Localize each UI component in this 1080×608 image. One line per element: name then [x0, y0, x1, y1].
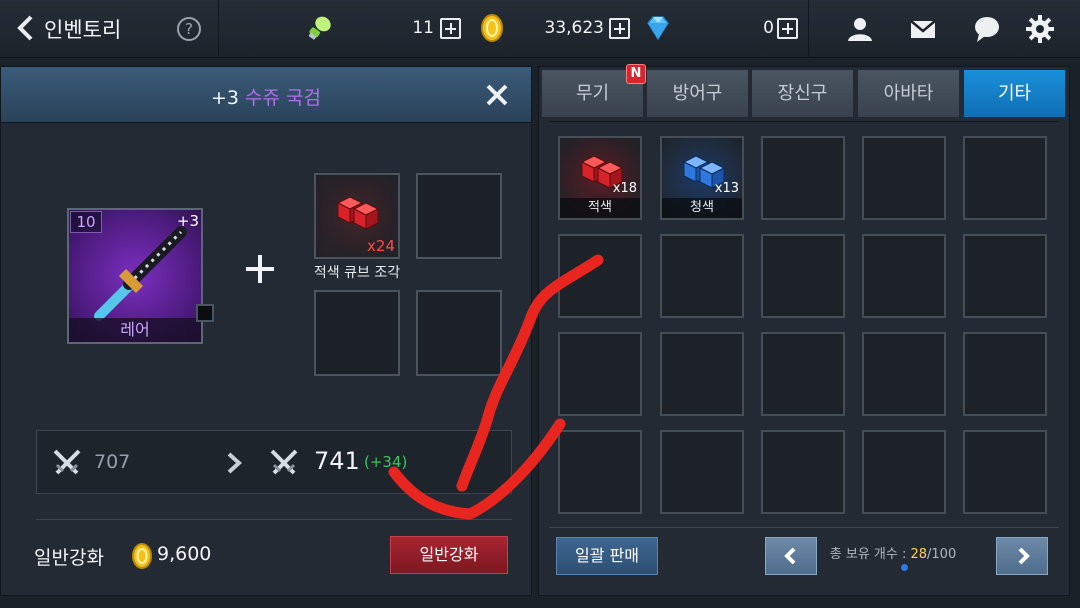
item-name: 적색	[560, 198, 640, 218]
prev-page-button[interactable]	[765, 537, 817, 575]
add-gold-button[interactable]	[609, 18, 630, 39]
inventory-slot[interactable]	[963, 430, 1047, 514]
inventory-slot[interactable]	[761, 332, 845, 416]
material-slot-empty[interactable]	[416, 173, 502, 259]
capacity-label: 총 보유 개수 :	[829, 547, 907, 562]
energy-icon	[308, 16, 331, 40]
weapon-plus-level: +3	[176, 212, 199, 230]
capacity-current: 28	[910, 547, 928, 562]
inventory-slot[interactable]	[963, 234, 1047, 318]
next-page-button[interactable]	[996, 537, 1048, 575]
inventory-slot[interactable]	[558, 332, 642, 416]
tab-accessory[interactable]: 장신구	[752, 70, 853, 117]
inventory-slot[interactable]	[660, 234, 744, 318]
red-cube-icon	[336, 196, 380, 230]
divider	[549, 527, 1059, 528]
weapon-slot[interactable]: 10 +3 레어	[67, 208, 203, 344]
tab-etc[interactable]: 기타	[964, 70, 1065, 117]
chat-icon[interactable]	[972, 14, 1002, 44]
enhance-type-label: 일반강화	[34, 547, 104, 569]
capacity-max: /100	[927, 547, 957, 562]
settings-icon[interactable]	[1025, 14, 1055, 44]
new-attack: 741	[314, 447, 360, 475]
page-indicator-dot	[901, 564, 908, 571]
enhance-button[interactable]: 일반강화	[390, 536, 508, 574]
inventory-slot[interactable]	[862, 136, 946, 220]
inventory-slot[interactable]	[761, 430, 845, 514]
tab-armor[interactable]: 방어구	[647, 70, 748, 117]
plus-icon	[246, 255, 274, 283]
inventory-slot[interactable]	[558, 430, 642, 514]
tab-label: 장신구	[777, 83, 828, 104]
tab-label: 아바타	[883, 83, 934, 104]
material-name: 적색 큐브 조각	[313, 265, 401, 281]
tab-label: 방어구	[672, 83, 723, 104]
profile-icon[interactable]	[845, 14, 875, 44]
tab-label: 기타	[997, 83, 1032, 104]
rarity-label: 레어	[69, 318, 201, 342]
inventory-slot[interactable]	[558, 234, 642, 318]
inventory-slot[interactable]	[660, 430, 744, 514]
attack-swords-icon	[270, 449, 298, 475]
item-count: x18	[612, 181, 637, 196]
diamond-icon	[647, 16, 669, 41]
chevron-right-icon	[227, 452, 242, 474]
inventory-slot[interactable]	[963, 332, 1047, 416]
attack-diff: (+34)	[364, 453, 408, 471]
inventory-slot-blue-cube[interactable]: x13 청색	[660, 136, 744, 220]
gold-coin-icon	[132, 543, 152, 569]
inventory-slot[interactable]	[862, 430, 946, 514]
diamond-count: 0	[763, 18, 774, 38]
material-slot[interactable]: x24	[314, 173, 400, 259]
material-slot-empty[interactable]	[314, 290, 400, 376]
tab-avatar[interactable]: 아바타	[858, 70, 959, 117]
enhance-panel-header: +3 수쥬 국검	[1, 67, 531, 123]
current-attack: 707	[94, 451, 131, 473]
item-count: x13	[714, 181, 739, 196]
inventory-panel: 무기 N 방어구 장신구 아바타 기타 x18 적색 x13 청색 일괄 판매 …	[538, 64, 1070, 596]
lock-checkbox[interactable]	[196, 304, 214, 322]
inventory-slot-red-cube[interactable]: x18 적색	[558, 136, 642, 220]
item-name: 수쥬 국검	[245, 87, 322, 109]
add-ticket-button[interactable]	[440, 18, 461, 39]
divider	[218, 0, 219, 58]
stat-comparison: 707 741 (+34)	[36, 430, 512, 494]
item-title: +3 수쥬 국검	[1, 83, 531, 110]
tab-weapon[interactable]: 무기 N	[542, 64, 646, 117]
inventory-slot[interactable]	[761, 136, 845, 220]
inventory-slot[interactable]	[862, 332, 946, 416]
sword-icon	[94, 226, 187, 321]
ticket-count: 11	[412, 18, 434, 38]
attack-swords-icon	[53, 449, 81, 475]
gold-coin-icon	[481, 14, 503, 42]
back-button[interactable]	[14, 14, 36, 42]
chevron-left-icon	[784, 547, 796, 565]
help-button[interactable]: ?	[177, 17, 201, 41]
inventory-slot[interactable]	[862, 234, 946, 318]
top-bar: 인벤토리 ? 11 33,623 0	[0, 0, 1080, 58]
inventory-capacity: 총 보유 개수 : 28/100	[823, 543, 963, 562]
enhance-level: +3	[210, 87, 239, 109]
chevron-left-icon	[17, 15, 33, 41]
weapon-level: 10	[70, 211, 102, 233]
divider	[36, 519, 512, 520]
new-badge: N	[626, 64, 646, 84]
gold-amount: 33,623	[544, 18, 604, 38]
inventory-slot[interactable]	[761, 234, 845, 318]
material-slot-empty[interactable]	[416, 290, 502, 376]
material-count: x24	[367, 237, 395, 255]
inventory-slot[interactable]	[963, 136, 1047, 220]
chevron-right-icon	[1018, 547, 1030, 565]
inventory-grid: x18 적색 x13 청색	[549, 121, 1059, 529]
item-name: 청색	[662, 198, 742, 218]
divider	[808, 0, 809, 58]
add-diamond-button[interactable]	[777, 18, 798, 39]
inventory-slot[interactable]	[660, 332, 744, 416]
page-title: 인벤토리	[44, 18, 122, 42]
mail-icon[interactable]	[908, 14, 938, 44]
bulk-sell-button[interactable]: 일괄 판매	[556, 537, 658, 575]
close-icon[interactable]	[485, 83, 509, 107]
tab-label: 무기	[575, 83, 610, 104]
enhance-cost: 9,600	[157, 543, 212, 565]
